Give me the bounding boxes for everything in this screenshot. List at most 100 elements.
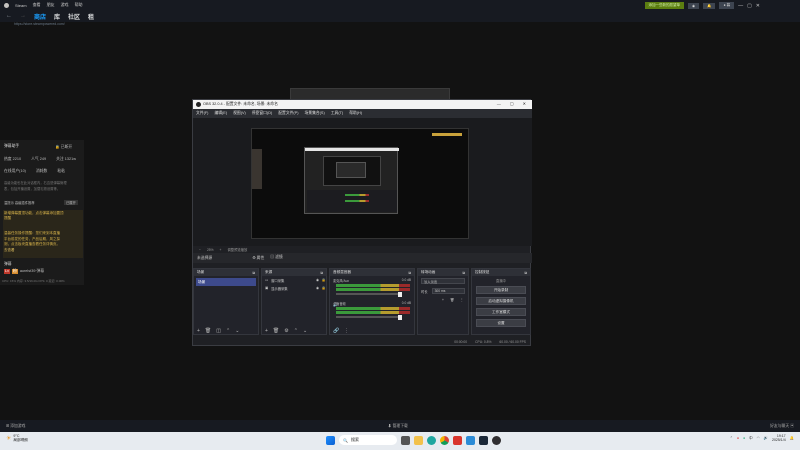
start-recording-button[interactable]: 开始录制 [476,286,526,294]
trash-icon[interactable]: 🗑 [205,328,211,334]
menu-tools[interactable]: 工具(T) [331,111,343,116]
eye-icon[interactable]: ◉ [316,278,319,282]
filter-icon[interactable]: ◫ [216,328,221,334]
close-icon[interactable]: ✕ [756,3,760,9]
edge-browser-icon[interactable] [427,435,436,445]
dock-header: 转场动画 ⧉ [418,269,468,276]
tray-app-icon[interactable]: ● [737,436,739,440]
duration-input[interactable]: 300 ms [431,288,465,294]
add-game-button[interactable]: ⊞ 添加游戏 [6,423,25,429]
task-view-icon[interactable] [401,435,410,445]
user-avatar-menu[interactable]: ● 暮 [719,2,735,9]
slider-knob[interactable] [398,291,402,297]
nav-library[interactable]: 库 [54,12,60,21]
arrow-down-icon[interactable]: ⌄ [303,328,307,334]
steam-menu-friends[interactable]: 朋友 [47,2,55,8]
input-language[interactable]: 中 [749,436,753,441]
trash-icon[interactable]: 🗑 [450,298,454,302]
wishlist-button[interactable]: 添加一些新的愿望单 [644,2,685,9]
arrow-up-icon[interactable]: ⌃ [226,328,230,334]
obs-taskbar-icon[interactable] [492,435,501,445]
app-icon[interactable] [466,435,475,445]
transition-select[interactable]: 淡入淡出 [421,278,465,284]
network-icon[interactable]: ◠ [757,436,760,440]
menu-edit[interactable]: 编辑(E) [214,111,227,116]
steam-taskbar-icon[interactable] [479,435,488,445]
tray-app-icon[interactable]: ● [743,436,745,440]
obs-close-icon[interactable]: ✕ [523,101,526,106]
tray-chevron-icon[interactable]: ⌃ [730,436,733,440]
trash-icon[interactable]: 🗑 [273,328,279,334]
arrow-down-icon[interactable]: ⌄ [235,328,239,334]
dock-menu-icon[interactable]: ⧉ [524,271,527,275]
forward-arrow-icon[interactable]: → [20,13,26,19]
filters-button[interactable]: ▤ 滤镜 [270,255,282,261]
source-item[interactable]: ▣ 显示器采集 ◉ 🔒 [262,284,326,292]
studio-mode-button[interactable]: 工作室模式 [476,308,526,316]
menu-docks[interactable]: 停靠窗口(D) [252,111,272,116]
nav-profile[interactable]: 租 [88,12,94,21]
expand-button[interactable]: 已展开 [64,200,78,205]
manage-downloads-button[interactable]: ⬇ 管理下载 [388,424,408,429]
zoom-label[interactable]: 调整预览缩放 [227,247,247,252]
menu-profile[interactable]: 配置文件(P) [278,111,298,116]
back-arrow-icon[interactable]: ← [6,13,12,19]
menu-scene-collection[interactable]: 场景集合(S) [304,111,324,116]
obs-minimize-icon[interactable]: — [497,101,501,106]
menu-view[interactable]: 视图(V) [233,111,246,116]
minimize-icon[interactable]: — [738,3,743,9]
volume-slider[interactable] [336,314,402,320]
speaker-icon[interactable]: 🔊 [333,302,338,307]
menu-help[interactable]: 帮助(H) [349,111,362,116]
steam-menu-games[interactable]: 游戏 [61,2,69,8]
zoom-in-icon[interactable]: + [220,248,222,252]
windows-start-icon[interactable] [326,435,335,445]
notice-link[interactable]: 去查看 [4,248,82,254]
gear-icon[interactable]: ⚙ [284,328,288,334]
preview-canvas[interactable] [251,128,469,239]
lock-icon[interactable]: 🔒 [322,278,326,282]
broadcast-icon[interactable]: ◉ [688,2,700,9]
menu-file[interactable]: 文件(F) [196,111,208,116]
more-icon[interactable]: ⋮ [344,328,349,334]
more-icon[interactable]: ⋮ [460,298,463,302]
settings-button[interactable]: 设置 [476,319,526,327]
clock[interactable]: 19:17 2025/1/4 [772,434,786,442]
volume-slider[interactable] [336,291,402,297]
add-icon[interactable]: + [197,328,200,334]
virtual-camera-button[interactable]: 启动虚拟摄像机 [476,297,526,305]
properties-button[interactable]: ⚙ 属性 [252,255,264,261]
app-icon[interactable] [453,435,462,445]
file-explorer-icon[interactable] [414,435,423,445]
friends-chat-button[interactable]: 好友与聊天 ▣ [770,424,794,429]
add-icon[interactable]: + [265,328,268,334]
search-box[interactable]: 🔍 搜索 [339,435,397,445]
tab-online-users[interactable]: 在线用户(10) [4,169,26,174]
add-icon[interactable]: + [442,298,444,302]
tab-sticky[interactable]: 粘粘 [57,169,65,174]
arrow-up-icon[interactable]: ⌃ [294,328,298,334]
eye-icon[interactable]: ◉ [316,286,319,290]
zoom-out-icon[interactable]: − [199,248,201,252]
weather-widget[interactable]: ☀ 9°C 局部晴朗 [6,434,28,442]
nav-store[interactable]: 商店 [34,12,46,21]
link-icon[interactable]: 🔗 [333,328,339,334]
steam-menu-help[interactable]: 帮助 [75,2,83,8]
volume-icon[interactable]: 🔊 [764,436,768,440]
chrome-icon[interactable] [440,435,449,445]
notification-icon[interactable]: 🔔 [703,2,716,9]
source-item[interactable]: ▭ 窗口采集 ◉ 🔒 [262,276,326,284]
notification-bell-icon[interactable]: 🔔 [790,436,794,440]
dock-menu-icon[interactable]: ⧉ [462,271,465,275]
dock-menu-icon[interactable]: ⧉ [320,271,323,275]
obs-maximize-icon[interactable]: ▢ [510,101,514,106]
dock-menu-icon[interactable]: ⧉ [408,271,411,275]
slider-knob[interactable] [398,314,402,320]
maximize-icon[interactable]: ▢ [747,3,752,9]
dock-menu-icon[interactable]: ⧉ [252,271,255,275]
steam-menu-view[interactable]: 查看 [33,2,41,8]
tab-consumption[interactable]: 消耗数 [36,169,47,174]
scene-item[interactable]: 场景 [196,278,256,286]
lock-icon[interactable]: 🔒 [322,286,326,290]
nav-community[interactable]: 社区 [68,12,80,21]
